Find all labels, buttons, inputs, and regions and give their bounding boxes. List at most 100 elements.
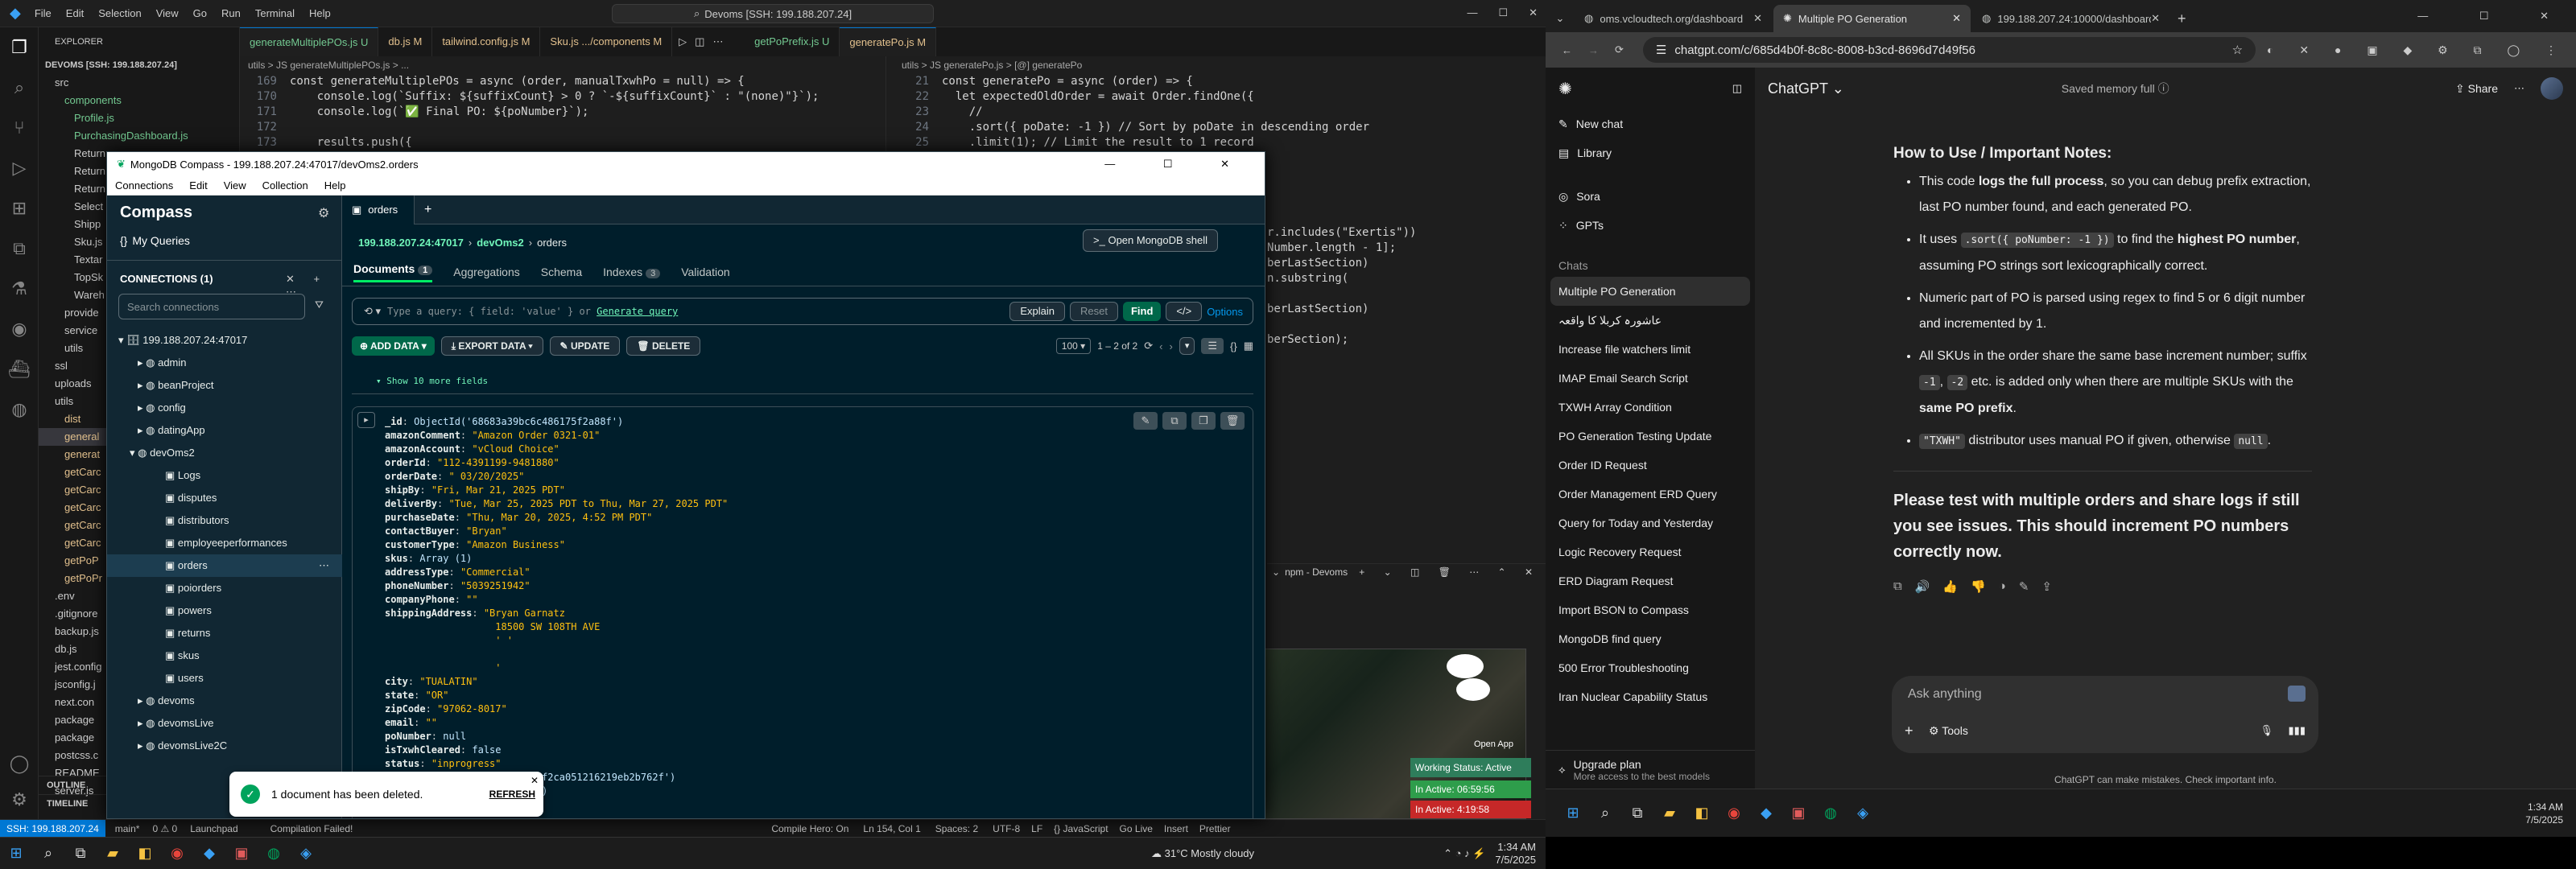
collection-item[interactable]: ▣ Logs bbox=[107, 464, 342, 487]
settings-gear-icon[interactable]: ⚙ bbox=[0, 780, 39, 820]
menu-collection[interactable]: Collection bbox=[262, 179, 308, 192]
explain-button[interactable]: Explain bbox=[1009, 302, 1065, 321]
tab-tailwind-config[interactable]: tailwind.config.js M bbox=[432, 27, 541, 56]
menu-help[interactable]: Help bbox=[309, 7, 331, 19]
export-data-button[interactable]: ⤓ EXPORT DATA ▾ bbox=[440, 336, 543, 356]
extensions-icons[interactable]: ◐ ✕ ● ▣ ◆ ⚙ ⧉ ◯ ⋮ bbox=[2267, 43, 2568, 57]
menu-go[interactable]: Go bbox=[193, 7, 207, 19]
chat-history-item[interactable]: Order ID Request bbox=[1546, 451, 1755, 480]
bc-host[interactable]: 199.188.207.24:47017 bbox=[358, 237, 464, 249]
read-aloud-icon[interactable]: ◑ bbox=[1999, 579, 2006, 594]
chat-history-item[interactable]: Increase file watchers limit bbox=[1546, 335, 1755, 364]
menu-connections[interactable]: Connections bbox=[115, 179, 173, 192]
compass-app-icon[interactable]: ◍ bbox=[262, 842, 285, 865]
chat-history-item[interactable]: TXWH Array Condition bbox=[1546, 393, 1755, 422]
chat-history-item[interactable]: ERD Diagram Request bbox=[1546, 566, 1755, 595]
document-field[interactable]: isTxwhCleared: false bbox=[385, 743, 728, 757]
document-field[interactable]: amazonComment: "Amazon Order 0321-01" bbox=[385, 429, 728, 443]
eol[interactable]: LF bbox=[1031, 823, 1042, 834]
delete-button[interactable]: 🗑 DELETE bbox=[626, 336, 701, 356]
forward-icon[interactable]: → bbox=[1588, 44, 1599, 56]
thumbs-down-icon[interactable]: 👎 bbox=[1971, 579, 1986, 594]
update-button[interactable]: ✎ UPDATE bbox=[549, 336, 621, 356]
collection-item[interactable]: ▣ poiorders bbox=[107, 577, 342, 599]
windows-start-icon[interactable]: ⊞ bbox=[1562, 802, 1584, 825]
list-view-icon[interactable]: ☰ bbox=[1201, 338, 1224, 354]
close-icon[interactable]: ✕ bbox=[1529, 6, 1538, 19]
extensions-icon[interactable]: ⊞ bbox=[0, 188, 39, 229]
prettier[interactable]: Prettier bbox=[1199, 823, 1231, 834]
generate-query-link[interactable]: Generate query bbox=[597, 306, 678, 317]
reload-icon[interactable]: ⟳ bbox=[1615, 43, 1624, 56]
tab-indexes[interactable]: Indexes 3 bbox=[603, 266, 661, 278]
store-icon[interactable]: ◧ bbox=[134, 842, 156, 865]
document-field[interactable]: email: "" bbox=[385, 716, 728, 730]
system-tray[interactable]: ⌃ ◔ ♪ ⚡ 1:34 AM 7/5/2025 bbox=[1443, 841, 1546, 867]
document-field[interactable]: orderDate: " 03/20/2025" bbox=[385, 470, 728, 484]
remote-explorer-icon[interactable]: ⧉ bbox=[0, 229, 39, 269]
toast-close-icon[interactable]: ✕ bbox=[530, 775, 539, 786]
browser-tab-chatgpt[interactable]: ✺ Multiple PO Generation ✕ bbox=[1773, 5, 1971, 32]
more-options-icon[interactable]: ⋯ bbox=[2514, 82, 2524, 95]
terminal-dropdown-icon[interactable]: ⌄ bbox=[1272, 566, 1280, 578]
bookmark-star-icon[interactable]: ☆ bbox=[2232, 43, 2243, 57]
document-field[interactable]: zipCode: "97062-8017" bbox=[385, 702, 728, 716]
expand-doc-icon[interactable]: ▸ bbox=[357, 412, 375, 428]
vscode-icon[interactable]: ◆ bbox=[198, 842, 221, 865]
compilation-status[interactable]: Compilation Failed! bbox=[270, 823, 353, 834]
cursor-position[interactable]: Ln 154, Col 1 bbox=[863, 823, 920, 834]
tab-documents[interactable]: Documents 1 bbox=[353, 262, 433, 282]
document-field[interactable]: purchaseDate: "Thu, Mar 20, 2025, 4:52 P… bbox=[385, 511, 728, 525]
chat-history-item[interactable]: Iran Nuclear Capability Status bbox=[1546, 682, 1755, 711]
weather-widget[interactable]: ☁ 31°C Mostly cloudy bbox=[1151, 847, 1254, 860]
compile-hero[interactable]: Compile Hero: On bbox=[771, 823, 848, 834]
chat-history-item[interactable]: 500 Error Troubleshooting bbox=[1546, 653, 1755, 682]
chat-history-item[interactable]: Import BSON to Compass bbox=[1546, 595, 1755, 624]
remote-indicator[interactable]: SSH: 199.188.207.24 bbox=[0, 819, 105, 837]
tab-orders[interactable]: ▣ orders bbox=[342, 195, 415, 224]
encoding[interactable]: UTF-8 bbox=[993, 823, 1020, 834]
tab-aggregations[interactable]: Aggregations bbox=[453, 266, 520, 278]
source-control-icon[interactable]: ⑂ bbox=[0, 108, 39, 148]
app-icon[interactable]: ▣ bbox=[230, 842, 253, 865]
gpts-link[interactable]: ⁘ GPTs bbox=[1546, 211, 1755, 240]
collection-item[interactable]: ▣ users bbox=[107, 667, 342, 690]
thumbs-up-icon[interactable]: 👍 bbox=[1942, 579, 1958, 594]
file-tree-item[interactable]: src bbox=[39, 74, 239, 92]
document-field[interactable]: shippingAddress: "Bryan Garnatz bbox=[385, 607, 728, 620]
more-icon[interactable]: ⋯ bbox=[712, 35, 723, 48]
browser-tab-dashboard[interactable]: ◍ 199.188.207.24:10000/dashboard ✕ bbox=[1972, 5, 2169, 32]
speaker-icon[interactable]: 🔊 bbox=[1915, 579, 1930, 594]
reset-button[interactable]: Reset bbox=[1069, 302, 1118, 321]
document-field[interactable]: poNumber: null bbox=[385, 730, 728, 743]
document-field[interactable]: state: "OR" bbox=[385, 689, 728, 702]
database-item[interactable]: ▸ ◍ devomsLive2C bbox=[107, 735, 342, 757]
page-size-select[interactable]: 100 ▾ bbox=[1055, 338, 1092, 354]
share-icon[interactable]: ⇪ bbox=[2041, 579, 2052, 594]
toggle-sidebar-icon[interactable]: ◫ bbox=[1732, 82, 1742, 95]
voice-mode-icon[interactable]: ▮▮▮ bbox=[2289, 724, 2306, 737]
new-tab-icon[interactable]: + bbox=[424, 203, 431, 217]
tab-validation[interactable]: Validation bbox=[681, 266, 729, 278]
menu-edit[interactable]: Edit bbox=[189, 179, 207, 192]
view-dropdown[interactable]: ▾ bbox=[1179, 337, 1195, 355]
run-icon[interactable]: ▷ bbox=[679, 35, 687, 48]
maximize-icon[interactable]: ☐ bbox=[1498, 6, 1508, 19]
database-item[interactable]: ▸ ◍ beanProject bbox=[107, 374, 342, 397]
delete-doc-icon[interactable]: 🗑 bbox=[1220, 412, 1245, 430]
json-view-icon[interactable]: {} bbox=[1230, 340, 1237, 352]
chat-history-item[interactable]: Logic Recovery Request bbox=[1546, 537, 1755, 566]
tab-sku[interactable]: Sku.js .../components M bbox=[540, 27, 673, 56]
browser-tab-oms[interactable]: ◍ oms.vcloudtech.org/dashboard ✕ bbox=[1575, 5, 1772, 32]
new-tab-icon[interactable]: + bbox=[2178, 5, 2186, 32]
document-card[interactable]: ▸ ✎ ⧉ ❐ 🗑 _id: ObjectId('68683a39bc6c486… bbox=[352, 406, 1253, 818]
menu-view[interactable]: View bbox=[224, 179, 246, 192]
chat-history-item[interactable]: IMAP Email Search Script bbox=[1546, 364, 1755, 393]
task-view-icon[interactable]: ⧉ bbox=[69, 842, 92, 865]
chat-history-item[interactable]: Query for Today and Yesterday bbox=[1546, 509, 1755, 537]
document-field[interactable]: customerType: "Amazon Business" bbox=[385, 538, 728, 552]
collection-more-icon[interactable]: ⋯ bbox=[319, 554, 329, 577]
compass-icon[interactable]: ◉ bbox=[0, 309, 39, 349]
menu-file[interactable]: File bbox=[35, 7, 52, 19]
filter-icon[interactable]: ⛛ bbox=[315, 299, 324, 311]
